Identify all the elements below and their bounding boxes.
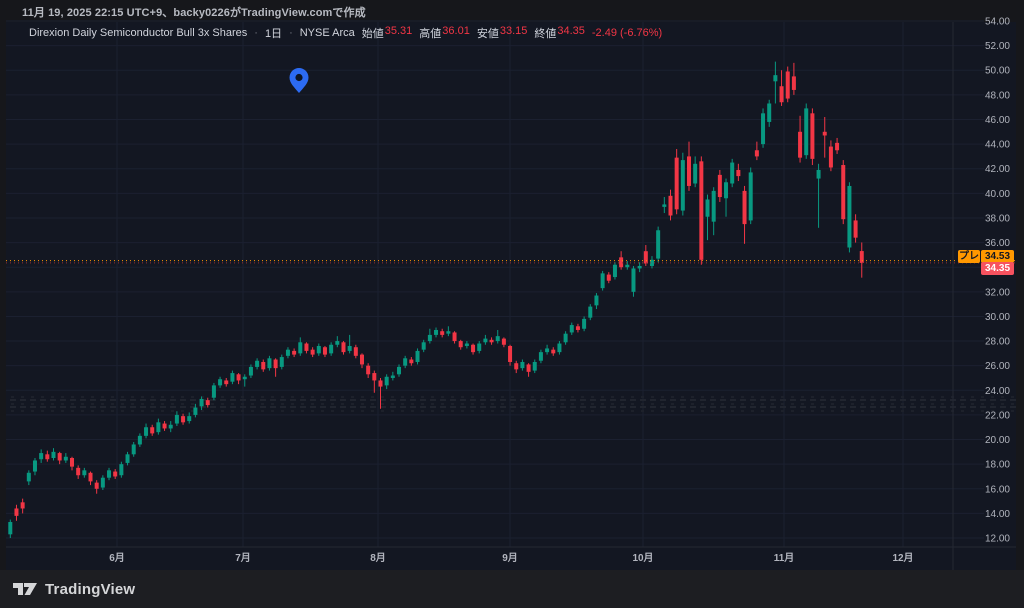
watermark-band xyxy=(6,394,1016,412)
symbol-title[interactable]: Direxion Daily Semiconductor Bull 3x Sha… xyxy=(29,27,247,39)
change-value: -2.49 (-6.76%) xyxy=(592,27,662,39)
svg-text:8月: 8月 xyxy=(370,552,386,564)
close-value: 34.35 xyxy=(557,25,585,41)
svg-text:38.00: 38.00 xyxy=(985,213,1010,224)
time-axis-labels[interactable]: 6月 7月 8月 9月 10月 11月 12月 xyxy=(109,552,913,564)
svg-text:6月: 6月 xyxy=(109,552,125,564)
svg-text:14.00: 14.00 xyxy=(985,509,1010,520)
svg-text:44.00: 44.00 xyxy=(985,140,1010,151)
last-price-badge: 34.35 xyxy=(981,262,1014,275)
svg-text:32.00: 32.00 xyxy=(985,287,1010,298)
svg-text:22.00: 22.00 xyxy=(985,410,1010,421)
svg-text:30.00: 30.00 xyxy=(985,312,1010,323)
low-label: 安値 xyxy=(477,25,499,41)
svg-text:9月: 9月 xyxy=(502,552,518,564)
gridlines xyxy=(6,21,984,547)
svg-text:42.00: 42.00 xyxy=(985,164,1010,175)
axis-separators xyxy=(6,22,1016,570)
open-value: 35.31 xyxy=(385,25,413,41)
svg-text:40.00: 40.00 xyxy=(985,189,1010,200)
svg-text:26.00: 26.00 xyxy=(985,361,1010,372)
svg-text:46.00: 46.00 xyxy=(985,115,1010,126)
price-lines xyxy=(6,261,1016,263)
svg-text:52.00: 52.00 xyxy=(985,41,1010,52)
svg-text:18.00: 18.00 xyxy=(985,460,1010,471)
svg-text:12月: 12月 xyxy=(892,552,913,564)
svg-text:10月: 10月 xyxy=(632,552,653,564)
svg-text:24.00: 24.00 xyxy=(985,386,1010,397)
svg-text:12.00: 12.00 xyxy=(985,534,1010,545)
high-label: 高値 xyxy=(419,25,441,41)
tradingview-snapshot: { "header": { "timestamp": "11月 19, 2025… xyxy=(0,0,1024,608)
svg-text:7月: 7月 xyxy=(235,552,251,564)
svg-text:54.00: 54.00 xyxy=(985,17,1010,28)
legend-separator: · xyxy=(254,27,258,39)
legend-separator: · xyxy=(289,27,293,39)
price-axis-labels[interactable]: 12.00 14.00 16.00 18.00 20.00 22.00 24.00 26.00… xyxy=(985,17,1010,545)
svg-text:16.00: 16.00 xyxy=(985,484,1010,495)
tradingview-logo-text: TradingView xyxy=(45,581,135,598)
svg-text:28.00: 28.00 xyxy=(985,337,1010,348)
ohlc-low: 安値 33.15 xyxy=(477,25,528,41)
ohlc-high: 高値 36.01 xyxy=(419,25,470,41)
high-value: 36.01 xyxy=(442,25,470,41)
ohlc-close: 終値 34.35 xyxy=(534,25,585,41)
symbol-legend: Direxion Daily Semiconductor Bull 3x Sha… xyxy=(29,25,662,41)
close-label: 終値 xyxy=(534,25,556,41)
premarket-badge-label: プレ xyxy=(958,250,980,263)
tradingview-logo[interactable]: TradingView xyxy=(12,580,135,598)
interval-label[interactable]: 1日 xyxy=(265,25,282,41)
svg-text:20.00: 20.00 xyxy=(985,435,1010,446)
candles xyxy=(8,62,863,538)
snapshot-attribution: 11月 19, 2025 22:15 UTC+9、backy0226がTradi… xyxy=(22,4,366,20)
svg-text:48.00: 48.00 xyxy=(985,90,1010,101)
map-pin-marker[interactable] xyxy=(290,68,309,93)
svg-text:36.00: 36.00 xyxy=(985,238,1010,249)
svg-text:11月: 11月 xyxy=(774,552,795,564)
open-label: 始値 xyxy=(362,25,384,41)
price-chart[interactable]: 12.00 14.00 16.00 18.00 20.00 22.00 24.00 26.00… xyxy=(0,0,1024,608)
ohlc-open: 始値 35.31 xyxy=(362,25,413,41)
bottom-bar: TradingView xyxy=(0,570,1024,608)
low-value: 33.15 xyxy=(500,25,528,41)
exchange-label: NYSE Arca xyxy=(300,27,355,39)
tradingview-logo-icon xyxy=(12,580,38,598)
svg-text:50.00: 50.00 xyxy=(985,66,1010,77)
